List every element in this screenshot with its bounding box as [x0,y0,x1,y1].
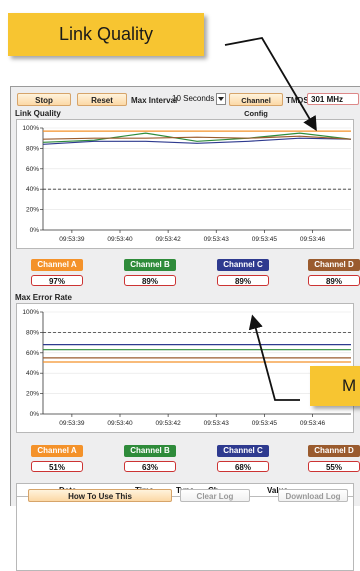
tmds-label: TMDS [286,96,309,105]
max-interval-select[interactable]: 10 Seconds [172,93,222,105]
y-tick-label: 20% [26,207,39,214]
download-log-button[interactable]: Download Log [278,489,348,502]
link-quality-title: Link Quality [15,109,61,118]
lq-channel-c-label: Channel C [217,259,269,271]
x-tick-label: 09:53:40 [107,420,133,427]
y-tick-label: 40% [26,370,39,377]
me-channel-d-label: Channel D [308,445,360,457]
y-tick-label: 60% [26,166,39,173]
y-tick-label: 100% [22,125,39,132]
max-interval-label: Max Interval [131,96,178,105]
x-tick-label: 09:53:45 [252,236,278,243]
chevron-down-icon[interactable] [216,93,226,105]
link-quality-chart: 0% 20% 40% 60% 80% 100% 09:53:39 09:53:40 09:53:… [16,119,354,249]
link-quality-plot: 0% 20% 40% 60% 80% 100% 09:53:39 09:53:40 09:53:… [22,125,352,243]
clear-log-button[interactable]: Clear Log [180,489,250,502]
lq-channel-b-value: 89% [124,275,176,286]
lq-channel-c-value: 89% [217,275,269,286]
x-tick-label: 09:53:40 [107,236,133,243]
max-error-chart: 0% 20% 40% 60% 80% 100% 09:53:39 09:53:40 09:53:… [16,303,354,433]
lq-channel-b-label: Channel B [124,259,176,271]
channel-config-button[interactable]: Channel Config [229,93,283,118]
me-channel-c-value: 68% [217,461,269,472]
callout-link-quality: Link Quality [8,13,204,56]
me-channel-a-value: 51% [31,461,83,472]
x-tick-label: 09:53:42 [155,236,181,243]
max-error-plot: 0% 20% 40% 60% 80% 100% 09:53:39 09:53:40 09:53:… [22,309,351,427]
tmds-value: 301 MHz [307,93,359,105]
x-tick-label: 09:53:45 [252,420,278,427]
y-tick-label: 60% [26,350,39,357]
me-channel-b-label: Channel B [124,445,176,457]
monitor-panel: Stop Reset Max Interval 10 Seconds Chann… [10,86,360,571]
y-tick-label: 0% [30,227,40,234]
x-tick-label: 09:53:43 [204,236,230,243]
stop-button[interactable]: Stop [17,93,71,106]
max-error-title: Max Error Rate [15,293,72,302]
x-tick-label: 09:53:39 [59,236,85,243]
how-to-use-button[interactable]: How To Use This [28,489,172,502]
lq-channel-d-label: Channel D [308,259,360,271]
lq-channel-a-label: Channel A [31,259,83,271]
reset-button[interactable]: Reset [77,93,127,106]
x-tick-label: 09:53:42 [155,420,181,427]
y-tick-label: 0% [30,411,40,418]
x-tick-label: 09:53:39 [59,420,85,427]
callout-max-error: M [310,366,360,406]
me-channel-b-value: 63% [124,461,176,472]
me-channel-d-value: 55% [308,461,360,472]
me-channel-a-label: Channel A [31,445,83,457]
lq-channel-d-value: 89% [308,275,360,286]
y-tick-label: 80% [26,145,39,152]
x-tick-label: 09:53:46 [300,420,326,427]
me-channel-c-label: Channel C [217,445,269,457]
lq-channel-a-value: 97% [31,275,83,286]
x-tick-label: 09:53:43 [204,420,230,427]
y-tick-label: 20% [26,391,39,398]
y-tick-label: 80% [26,329,39,336]
y-tick-label: 100% [22,309,39,316]
y-tick-label: 40% [26,186,39,193]
x-tick-label: 09:53:46 [300,236,326,243]
